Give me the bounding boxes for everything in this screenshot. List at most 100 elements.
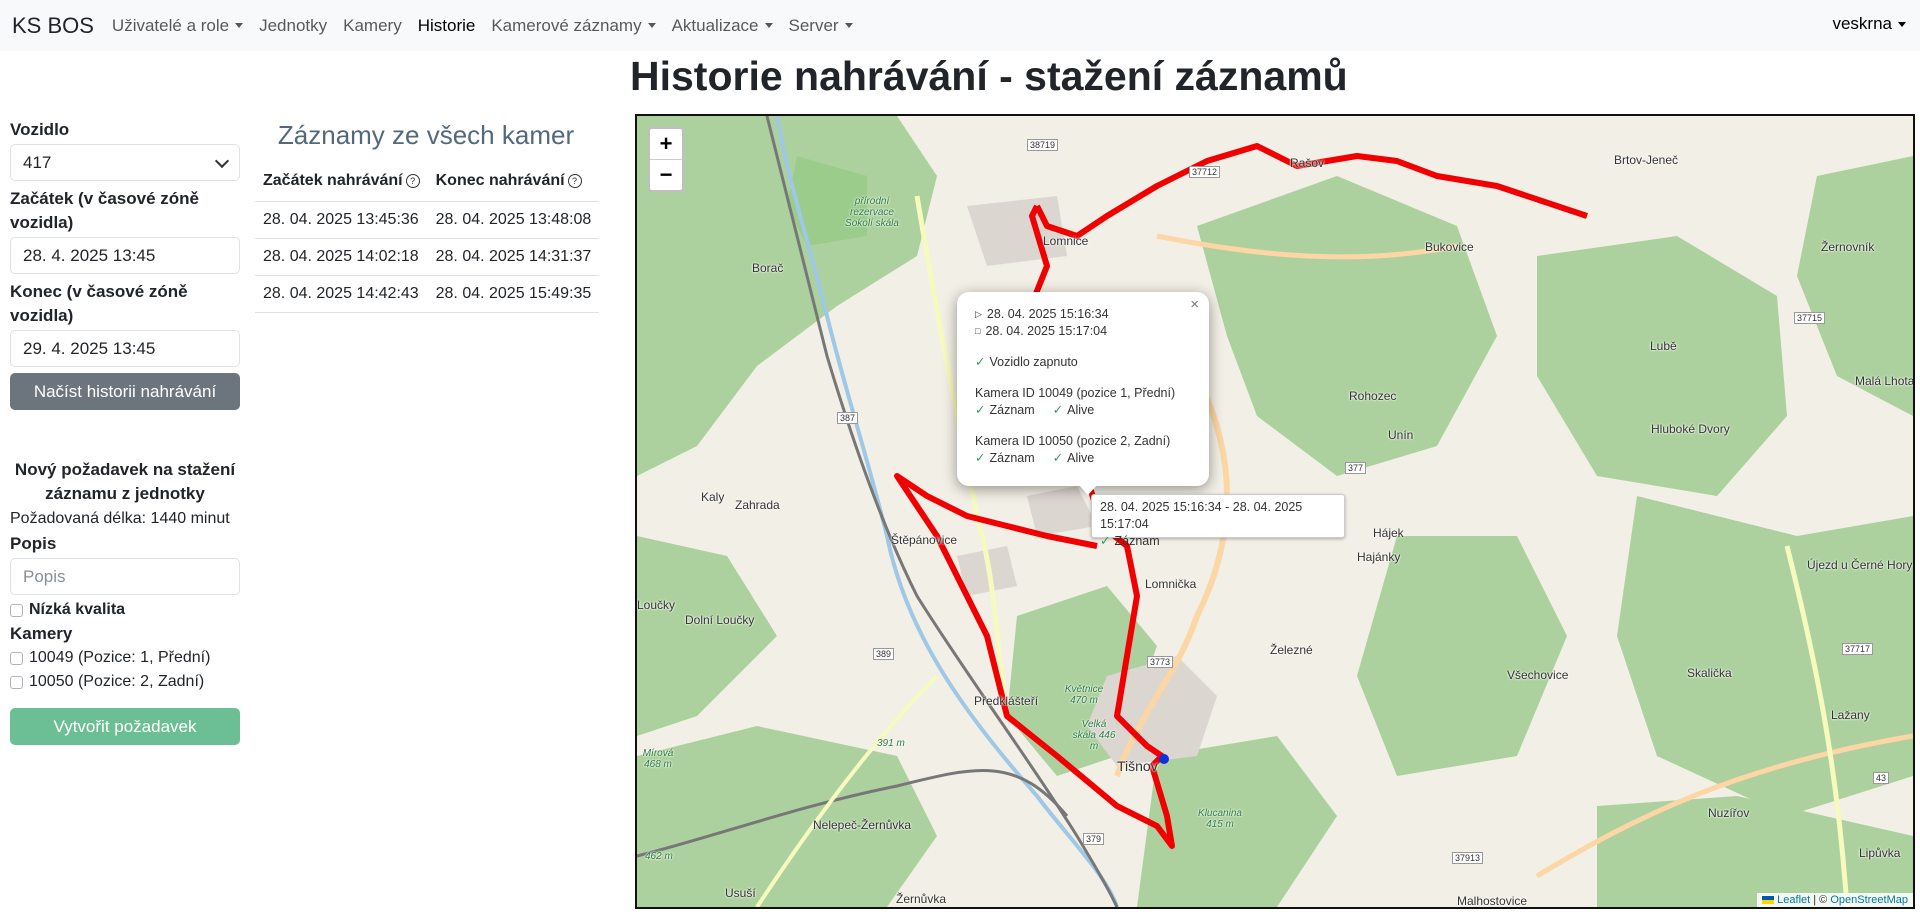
place-label: Lubě <box>1650 339 1677 353</box>
leaflet-link[interactable]: Leaflet <box>1777 894 1810 906</box>
nav-updates[interactable]: Aktualizace <box>664 16 781 36</box>
create-request-button[interactable]: Vytvořit požadavek <box>10 708 240 745</box>
popup-camera-2-status: ✓ Záznam ✓ Alive <box>975 451 1095 465</box>
description-input[interactable]: Popis <box>10 558 240 595</box>
place-label: Lomnička <box>1145 577 1197 591</box>
check-icon: ✓ <box>1052 403 1064 417</box>
description-label: Popis <box>10 534 57 553</box>
tooltip-status: ✓ Záznam <box>1100 534 1160 548</box>
osm-link[interactable]: OpenStreetMap <box>1830 894 1908 906</box>
start-label: Začátek (v časové zóně vozidla) <box>10 189 199 232</box>
zoom-in-button[interactable]: + <box>650 129 682 159</box>
caret-down-icon <box>235 23 244 28</box>
camera-10050-checkbox[interactable] <box>10 675 23 689</box>
request-title: Nový požadavek na stažení záznamu z jedn… <box>14 460 236 503</box>
nav-history[interactable]: Historie <box>410 16 484 36</box>
place-label: Zahrada <box>735 498 780 512</box>
low-quality-checkbox[interactable] <box>10 603 23 617</box>
recordings-panel: Záznamy ze všech kamer Začátek nahrávání… <box>255 120 600 313</box>
vehicle-select[interactable]: 417 <box>10 144 240 181</box>
help-icon[interactable]: ? <box>405 173 420 188</box>
vehicle-label: Vozidlo <box>10 120 70 139</box>
column-header: Konec nahrávání? <box>427 161 600 202</box>
place-label: Skalička <box>1687 666 1732 680</box>
nature-label: 391 m <box>877 738 905 749</box>
popup-camera-1-status: ✓ Záznam ✓ Alive <box>975 403 1095 417</box>
caret-down-icon <box>1898 21 1906 27</box>
place-label: Všechovice <box>1507 668 1569 682</box>
place-label: Štěpánovice <box>891 533 958 547</box>
end-input[interactable]: 29. 4. 2025 13:45 <box>10 330 240 367</box>
popup-camera-2: Kamera ID 10050 (pozice 2, Zadní) <box>975 434 1171 448</box>
place-label: Bukovice <box>1425 240 1474 254</box>
road-label: 387 <box>837 412 859 424</box>
nav-users-roles[interactable]: Uživatelé a role <box>104 16 251 36</box>
nav-units[interactable]: Jednotky <box>251 16 335 36</box>
place-label: Rohozec <box>1349 389 1397 403</box>
popup-vehicle-on: ✓ Vozidlo zapnuto <box>975 355 1078 369</box>
caret-down-icon <box>844 23 853 28</box>
nav-server[interactable]: Server <box>781 16 861 36</box>
table-row[interactable]: 28. 04. 2025 14:42:43 28. 04. 2025 15:49:… <box>255 275 600 313</box>
place-label: Nelepeč-Žernůvka <box>813 818 912 832</box>
user-menu[interactable]: veskrna <box>1832 14 1906 34</box>
recordings-table: Začátek nahrávání? Konec nahrávání? 28. … <box>255 161 600 313</box>
flag-icon <box>1762 896 1775 905</box>
place-label: Kaly <box>701 490 725 504</box>
check-icon: ✓ <box>1052 451 1064 465</box>
nav-camera-records[interactable]: Kamerové záznamy <box>483 16 663 36</box>
zoom-control: + − <box>648 127 684 192</box>
place-label: Lomnice <box>1043 234 1089 248</box>
place-label: Lipůvka <box>1859 846 1901 860</box>
end-label: Konec (v časové zóně vozidla) <box>10 282 188 325</box>
zoom-out-button[interactable]: − <box>650 159 682 190</box>
place-label: Malhostovice <box>1457 894 1528 908</box>
road-label: 37717 <box>1842 643 1874 655</box>
place-label: Nuzířov <box>1708 806 1750 820</box>
place-label: Žernůvka <box>896 892 947 906</box>
place-label: Hluboké Dvory <box>1651 422 1730 436</box>
place-label: Malá Lhota <box>1855 374 1915 388</box>
check-icon: ✓ <box>975 403 986 417</box>
segment-tooltip: 28. 04. 2025 15:16:34 - 28. 04. 2025 15:… <box>1091 494 1345 548</box>
stop-icon: □ <box>975 326 981 336</box>
caret-down-icon <box>647 23 656 28</box>
start-input[interactable]: 28. 4. 2025 13:45 <box>10 237 240 274</box>
check-icon: ✓ <box>975 451 986 465</box>
camera-10049-checkbox[interactable] <box>10 651 23 665</box>
check-icon: ✓ <box>975 355 986 369</box>
map-attribution: Leaflet | © OpenStreetMap <box>1757 893 1913 907</box>
table-header-row: Začátek nahrávání? Konec nahrávání? <box>255 161 600 202</box>
road-label: 38719 <box>1027 139 1059 151</box>
camera-row: 10049 (Pozice: 1, Přední) <box>10 646 240 670</box>
popup-camera-1: Kamera ID 10049 (pozice 1, Přední) <box>975 386 1176 400</box>
close-icon[interactable]: × <box>1190 296 1199 313</box>
road-label: 37913 <box>1452 852 1484 864</box>
recordings-title: Záznamy ze všech kamer <box>277 120 575 150</box>
navbar: KS BOS Uživatelé a role Jednotky Kamery … <box>0 0 1920 51</box>
nature-label: Velká skála 446 m <box>1072 719 1116 752</box>
place-label: Hajánky <box>1357 550 1401 564</box>
map[interactable]: Brtov-Jeneč Rašov Lomnice Bukovice Žerno… <box>635 114 1915 909</box>
brand[interactable]: KS BOS <box>12 13 94 39</box>
history-form: Vozidlo 417 Začátek (v časové zóně vozid… <box>10 118 240 745</box>
table-row[interactable]: 28. 04. 2025 14:02:18 28. 04. 2025 14:31:… <box>255 238 600 276</box>
place-label: Předklášteří <box>974 694 1039 708</box>
place-label: Unín <box>1388 428 1414 442</box>
place-label: Borač <box>752 261 784 275</box>
popup-end: □ 28. 04. 2025 15:17:04 <box>975 324 1108 338</box>
place-label: Hájek <box>1373 526 1404 540</box>
place-label: Loučky <box>637 598 676 612</box>
load-history-button[interactable]: Načíst historii nahrávání <box>10 373 240 410</box>
recording-popup: × ▷ 28. 04. 2025 15:16:34 □ 28. 04. 2025 1… <box>957 292 1209 486</box>
column-header: Začátek nahrávání? <box>255 161 428 202</box>
place-label: Tišnov <box>1117 758 1158 774</box>
nav-cameras[interactable]: Kamery <box>335 16 410 36</box>
place-label: Usuší <box>725 886 756 900</box>
caret-down-icon <box>764 23 773 28</box>
place-label: Lažany <box>1831 708 1870 722</box>
chevron-down-icon <box>214 153 230 168</box>
help-icon[interactable]: ? <box>567 173 582 188</box>
table-row[interactable]: 28. 04. 2025 13:45:36 28. 04. 2025 13:48:… <box>255 201 600 239</box>
place-label: Železné <box>1270 643 1313 657</box>
